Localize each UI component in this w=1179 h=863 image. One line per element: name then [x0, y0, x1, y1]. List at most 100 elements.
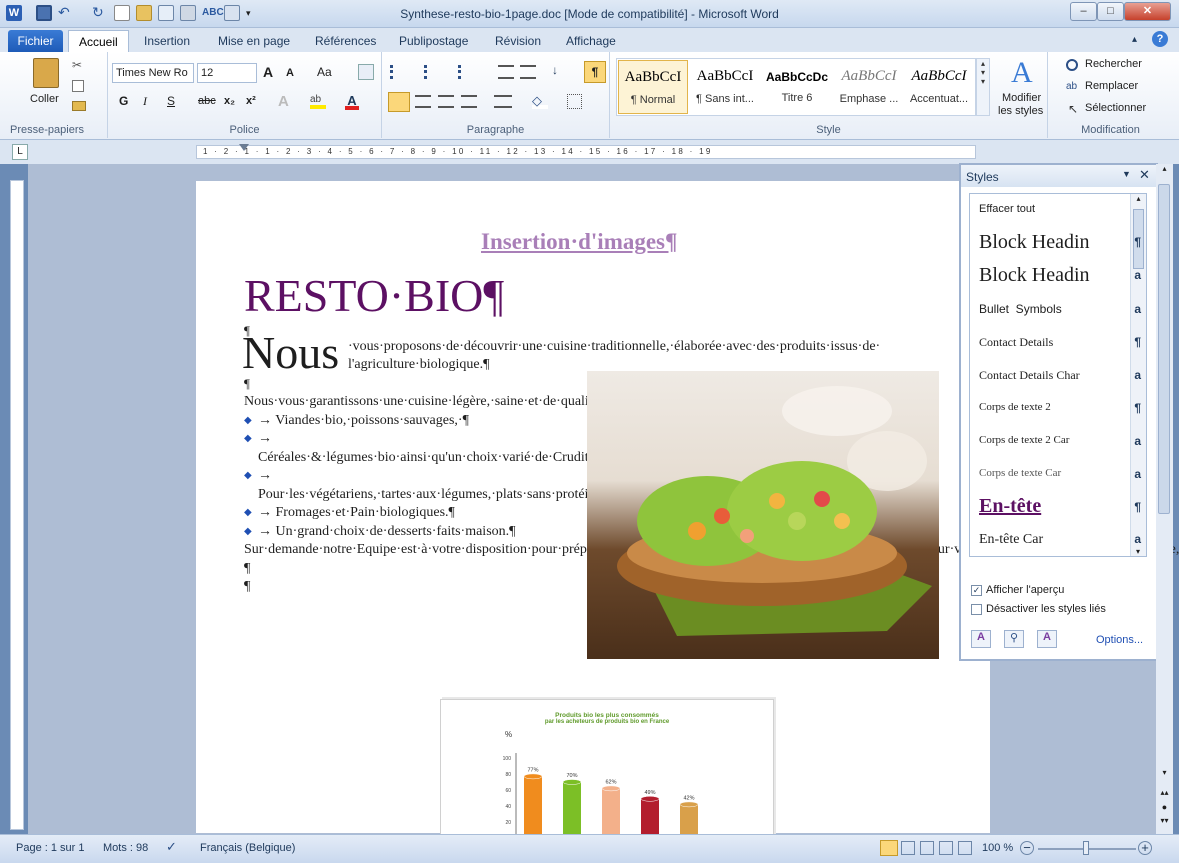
language[interactable]: Français (Belgique) [200, 842, 295, 854]
word-count[interactable]: Mots : 98 [103, 842, 148, 854]
zoom-slider-thumb[interactable] [1083, 841, 1089, 855]
style-no-spacing[interactable]: AaBbCcI ¶ Sans int... [690, 60, 760, 114]
find-button[interactable]: Rechercher [1085, 58, 1142, 70]
list-item[interactable]: ◆ → Viandes·bio,·poissons·sauvages,·¶ [244, 412, 576, 431]
select-icon[interactable]: ↖ [1068, 102, 1078, 116]
style-item-header-char[interactable]: En-tête Car a [979, 532, 1149, 565]
style-normal[interactable]: AaBbCcI ¶ Normal [618, 60, 688, 114]
subscript-button[interactable]: x₂ [224, 95, 235, 107]
scroll-up-arrow-icon[interactable]: ▴ [1156, 164, 1173, 173]
find-icon[interactable] [1066, 59, 1078, 71]
document-title[interactable]: RESTO·BIO¶ [244, 269, 504, 322]
change-styles-label-2[interactable]: les styles [998, 105, 1043, 117]
intro-paragraph[interactable]: Nous·vous·garantissons·une·cuisine·légèr… [244, 393, 682, 412]
help-icon[interactable]: ? [1152, 31, 1168, 47]
borders-icon[interactable] [567, 94, 582, 109]
style-inspector-icon[interactable]: ⚲ [1004, 630, 1024, 648]
full-screen-view-icon[interactable] [901, 841, 915, 855]
manage-styles-icon[interactable]: A [1037, 630, 1057, 648]
font-color-icon[interactable]: A [345, 93, 359, 110]
font-name-combo[interactable]: Times New Ro [112, 63, 194, 83]
maximize-button[interactable]: □ [1097, 2, 1124, 21]
outline-view-icon[interactable] [939, 841, 953, 855]
list-item[interactable]: ◆ → Céréales·&·légumes·bio·ainsi·qu'un·ch… [244, 430, 668, 467]
replace-button[interactable]: Remplacer [1085, 80, 1138, 92]
align-left-icon[interactable] [388, 92, 410, 112]
tab-review[interactable]: Révision [485, 30, 551, 52]
style-item-header[interactable]: En-tête ¶ [979, 495, 1149, 528]
strikethrough-button[interactable]: abc [198, 95, 216, 107]
vertical-ruler[interactable] [10, 180, 24, 830]
tab-selector-icon[interactable]: L [12, 144, 28, 160]
chart-image[interactable]: Produits bio les plus consommés par les … [440, 699, 774, 839]
style-item-bullet-symbols[interactable]: Bullet Symbols a [979, 302, 1149, 335]
zoom-out-icon[interactable]: − [1020, 841, 1034, 855]
clear-format-icon[interactable] [358, 64, 374, 80]
highlight-icon[interactable]: ab [310, 94, 326, 109]
pane-close-icon[interactable]: ✕ [1139, 167, 1150, 183]
disable-linked-label[interactable]: Désactiver les styles liés [986, 603, 1106, 615]
show-preview-checkbox[interactable]: ✓ [971, 585, 982, 596]
copy-icon[interactable] [72, 80, 84, 92]
align-center-icon[interactable] [415, 95, 431, 108]
superscript-button[interactable]: x² [246, 95, 256, 107]
close-button[interactable]: ✕ [1124, 2, 1171, 21]
style-item-contact-details[interactable]: Contact Details ¶ [979, 335, 1149, 368]
scroll-thumb[interactable] [1158, 184, 1170, 514]
bold-button[interactable]: G [119, 94, 128, 108]
multilevel-list-icon[interactable] [458, 65, 478, 79]
minimize-ribbon-icon[interactable]: ▴ [1132, 34, 1137, 45]
tab-view[interactable]: Affichage [556, 30, 626, 52]
replace-icon[interactable]: ab [1066, 81, 1077, 92]
draft-view-icon[interactable] [958, 841, 972, 855]
indent-marker-icon[interactable] [239, 144, 249, 151]
shrink-font-button[interactable]: A [286, 67, 294, 79]
shading-icon[interactable]: ◇ [532, 93, 548, 109]
change-styles-label-1[interactable]: Modifier [1002, 92, 1041, 104]
tab-home[interactable]: Accueil [68, 30, 129, 52]
font-size-combo[interactable]: 12 [197, 63, 257, 83]
justify-icon[interactable] [461, 95, 477, 108]
scroll-up-icon[interactable]: ▴ [1131, 194, 1146, 203]
proofing-icon[interactable]: ✓ [166, 839, 177, 855]
tab-file[interactable]: Fichier [8, 30, 63, 52]
style-item-body-text-2-char[interactable]: Corps de texte 2 Car a [979, 434, 1149, 467]
page-count[interactable]: Page : 1 sur 1 [16, 842, 85, 854]
cut-icon[interactable]: ✂ [72, 58, 82, 72]
scroll-down-arrow-icon[interactable]: ▾ [1156, 768, 1173, 777]
decrease-indent-icon[interactable] [498, 65, 514, 79]
document-heading[interactable]: Insertion·d'images¶ [481, 229, 677, 255]
list-item[interactable]: ◆ → Pour·les·végétariens,·tartes·aux·légu… [244, 467, 776, 504]
list-item[interactable]: ◆ → Un·grand·choix·de·desserts·faits·mais… [244, 523, 576, 542]
grow-font-button[interactable]: A [263, 64, 273, 80]
horizontal-ruler[interactable]: 1 · 2 · 1 · 1 · 2 · 3 · 4 · 5 · 6 · 7 · … [196, 144, 976, 159]
change-case-button[interactable]: Aa [317, 65, 332, 79]
style-item-block-heading[interactable]: Block Headin ¶ [979, 231, 1149, 264]
format-painter-icon[interactable] [72, 101, 86, 111]
next-page-icon[interactable]: ▾▾ [1156, 816, 1173, 825]
align-right-icon[interactable] [438, 95, 454, 108]
vertical-scrollbar[interactable]: ▴ ▾ ▴▴ ● ▾▾ [1156, 164, 1173, 834]
list-item[interactable]: ◆ → Fromages·et·Pain·biologiques.¶ [244, 504, 576, 523]
tab-page-layout[interactable]: Mise en page [208, 30, 300, 52]
body-column[interactable]: Nous·vous·garantissons·une·cuisine·légèr… [244, 393, 1179, 597]
increase-indent-icon[interactable] [520, 65, 536, 79]
tab-insert[interactable]: Insertion [134, 30, 200, 52]
style-accent[interactable]: AaBbCcI Accentuat... [904, 60, 974, 114]
dropcap-text[interactable]: Nous [242, 329, 339, 377]
intro-line-1[interactable]: ·vous·proposons·de·découvrir·une·cuisine… [348, 339, 880, 355]
style-emphasis[interactable]: AaBbCcI Emphase ... [834, 60, 904, 114]
paste-icon[interactable] [33, 58, 59, 88]
styles-gallery-scroll[interactable]: ▴ ▾ ▾ [976, 58, 990, 116]
browse-object-icon[interactable]: ● [1156, 802, 1173, 812]
bullets-icon[interactable] [390, 65, 410, 79]
italic-button[interactable]: I [143, 94, 147, 109]
sort-icon[interactable]: ↓ [552, 63, 558, 77]
tab-references[interactable]: Références [305, 30, 386, 52]
style-item-body-text-2[interactable]: Corps de texte 2 ¶ [979, 401, 1149, 434]
salad-image[interactable] [587, 371, 939, 659]
underline-button[interactable]: S [167, 94, 175, 108]
intro-line-2[interactable]: l'agriculture·biologique.¶ [348, 357, 489, 373]
pane-menu-icon[interactable]: ▼ [1122, 169, 1131, 179]
select-button[interactable]: Sélectionner [1085, 102, 1146, 114]
